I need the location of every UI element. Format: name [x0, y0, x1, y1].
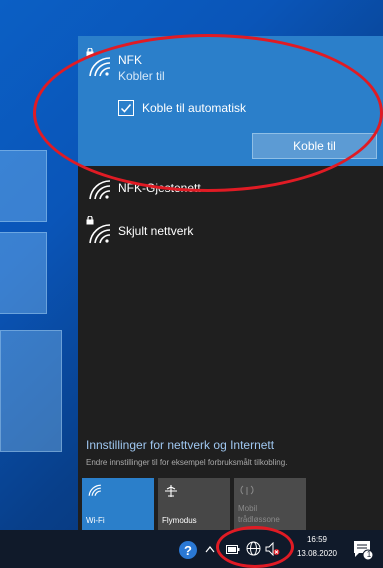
- notification-count-badge: 1: [366, 550, 372, 559]
- network-settings-link[interactable]: Innstillinger for nettverk og Internett: [86, 438, 274, 452]
- help-icon[interactable]: ?: [178, 540, 198, 560]
- airplane-icon: [165, 485, 177, 497]
- wifi-icon: [89, 180, 111, 200]
- quick-action-label: Flymodus: [162, 516, 197, 525]
- windows-logo-pane: [0, 150, 47, 222]
- quick-action-label-line2: trådløssone: [238, 515, 280, 524]
- quick-action-wifi[interactable]: Wi-Fi: [82, 478, 154, 530]
- quick-action-mobile-hotspot[interactable]: Mobil trådløssone: [234, 478, 306, 530]
- network-settings-description: Endre innstillinger til for eksempel for…: [86, 458, 288, 467]
- windows-logo-pane: [0, 232, 47, 314]
- wifi-icon: [88, 484, 101, 496]
- annotation-ellipse-network: [33, 34, 383, 192]
- windows-logo-pane: [0, 330, 62, 452]
- quick-action-airplane-mode[interactable]: Flymodus: [158, 478, 230, 530]
- network-list-item[interactable]: Skjult nettverk: [78, 212, 383, 252]
- quick-action-label: Mobil: [238, 504, 258, 513]
- annotation-ellipse-tray: [216, 526, 294, 568]
- clock-date: 13.08.2020: [296, 549, 338, 558]
- svg-text:?: ?: [184, 543, 192, 558]
- taskbar: ? 16:59 13.08.2020 1: [0, 530, 383, 568]
- clock-time: 16:59: [306, 535, 328, 544]
- network-name: Skjult nettverk: [118, 224, 194, 238]
- wifi-icon: [89, 224, 111, 244]
- taskbar-clock[interactable]: 16:59 13.08.2020: [294, 533, 340, 561]
- quick-action-label: Wi-Fi: [86, 516, 105, 525]
- chevron-up-icon[interactable]: [205, 545, 215, 553]
- hotspot-icon: [240, 485, 254, 495]
